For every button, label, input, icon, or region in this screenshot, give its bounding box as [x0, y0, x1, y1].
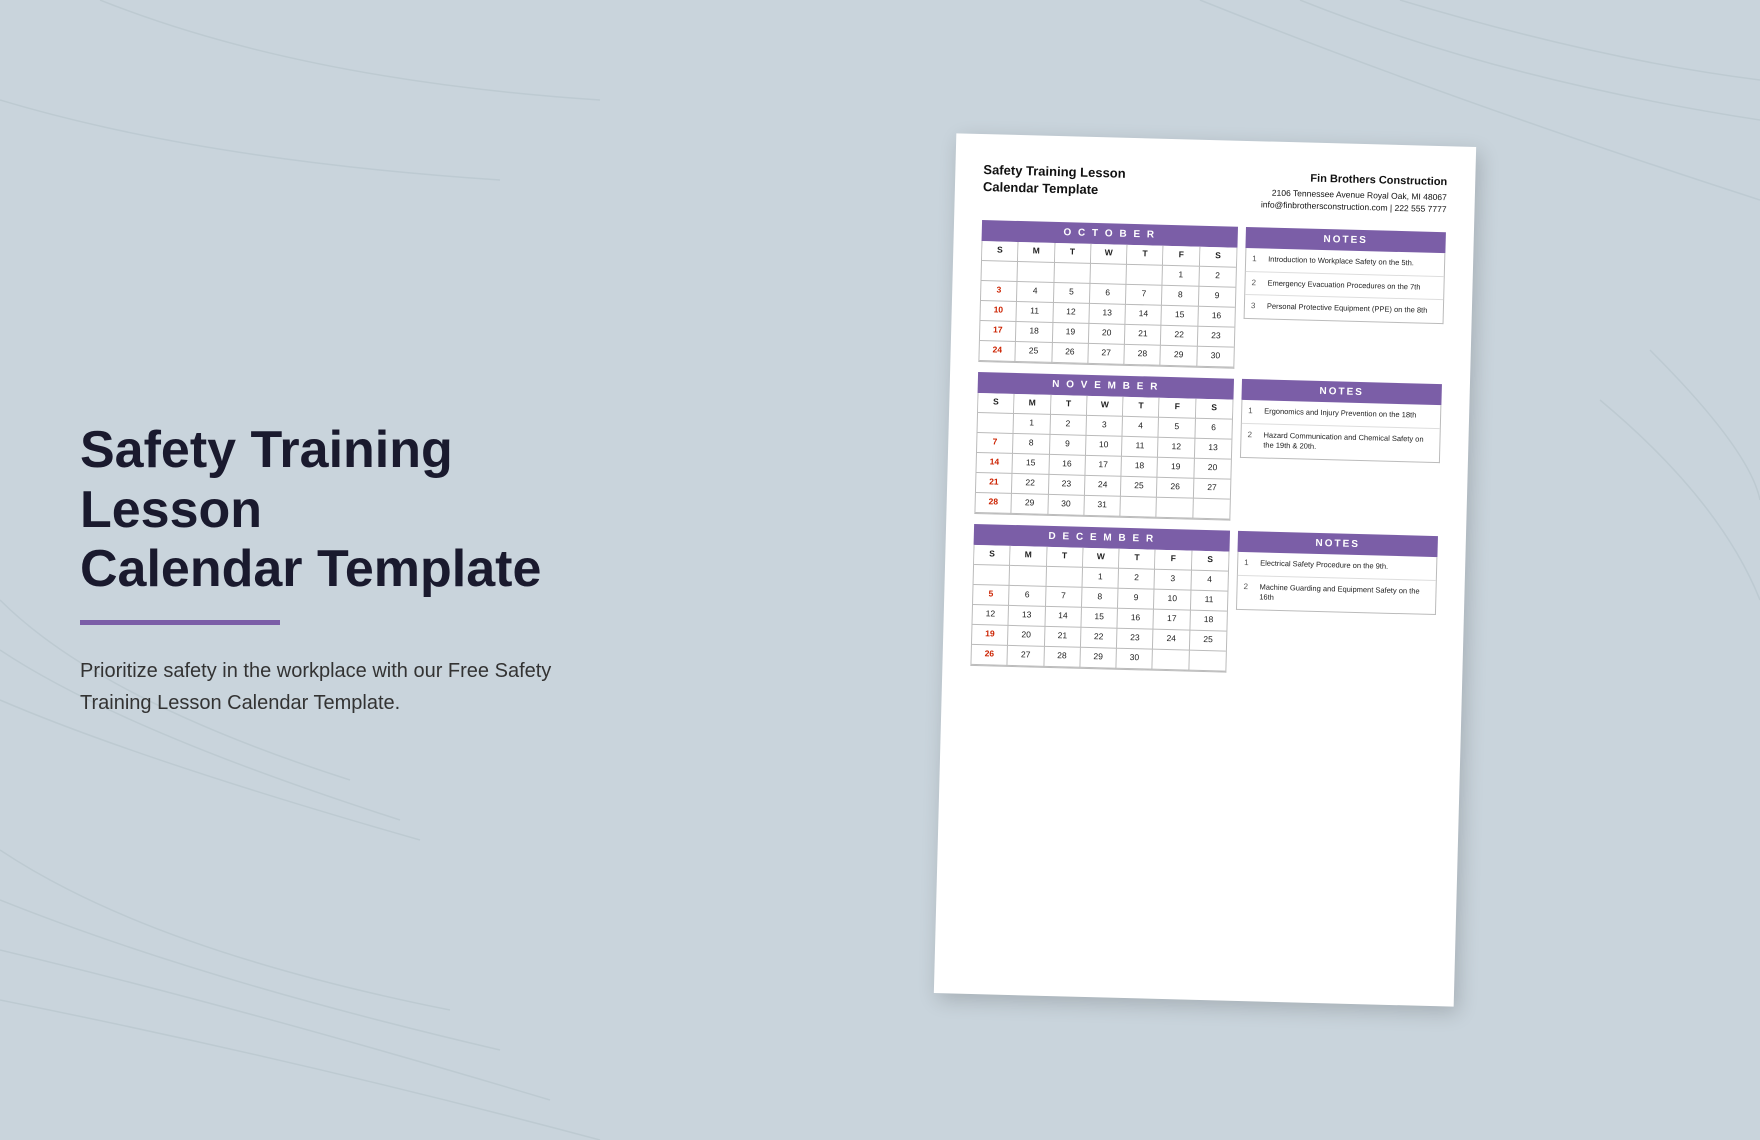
oct-d30: 26 [1052, 343, 1089, 364]
col-t1: T [1055, 243, 1092, 264]
october-grid: S M T W T F S 1 2 3 4 [978, 241, 1237, 369]
oct-d24: 20 [1089, 324, 1126, 345]
accent-bar [80, 620, 280, 625]
nov-note-2: 2 Hazard Communication and Chemical Safe… [1241, 423, 1440, 461]
oct-d31: 27 [1088, 344, 1125, 365]
page-description: Prioritize safety in the workplace with … [80, 655, 560, 719]
oct-d6: 2 [1199, 267, 1236, 288]
oct-d26: 22 [1161, 326, 1198, 347]
col-s: S [982, 241, 1019, 262]
oct-d25: 21 [1125, 325, 1162, 346]
oct-d13: 9 [1199, 287, 1236, 308]
notes-november: NOTES 1 Ergonomics and Injury Prevention… [1238, 379, 1442, 526]
dec-notes-body: 1 Electrical Safety Procedure on the 9th… [1236, 552, 1437, 615]
oct-d1 [1018, 262, 1055, 283]
oct-d19: 15 [1162, 306, 1199, 327]
oct-d28: 24 [979, 341, 1016, 362]
december-grid: S M T W T F S 1 2 3 4 5 6 [970, 545, 1229, 673]
document: Safety Training LessonCalendar Template … [934, 133, 1476, 1006]
col-s2: S [1200, 247, 1237, 268]
notes-december: NOTES 1 Electrical Safety Procedure on t… [1234, 531, 1438, 678]
oct-d2 [1054, 263, 1091, 284]
oct-d17: 13 [1089, 304, 1126, 325]
oct-d34: 30 [1197, 347, 1234, 368]
col-t2: T [1127, 245, 1164, 266]
nov-notes-body: 1 Ergonomics and Injury Prevention on th… [1240, 400, 1441, 463]
oct-d10: 6 [1090, 284, 1127, 305]
notes-october: NOTES 1 Introduction to Workplace Safety… [1242, 227, 1446, 374]
doc-header: Safety Training LessonCalendar Template … [983, 162, 1448, 216]
col-m: M [1018, 242, 1055, 263]
november-grid: S M T W T F S 1 2 3 4 5 6 7 [974, 393, 1233, 521]
oct-d8: 4 [1017, 282, 1054, 303]
oct-d23: 19 [1052, 323, 1089, 344]
dec-note-2: 2 Machine Guarding and Equipment Safety … [1237, 575, 1436, 613]
oct-d33: 29 [1161, 346, 1198, 367]
right-panel: Safety Training LessonCalendar Template … [650, 140, 1760, 1000]
oct-d20: 16 [1198, 307, 1235, 328]
oct-d29: 25 [1016, 342, 1053, 363]
month-row-december: D E C E M B E R S M T W T F S 1 2 3 4 [970, 524, 1438, 678]
oct-d11: 7 [1126, 285, 1163, 306]
oct-d3 [1090, 264, 1127, 285]
oct-d15: 11 [1017, 302, 1054, 323]
oct-d18: 14 [1126, 305, 1163, 326]
company-info: Fin Brothers Construction 2106 Tennessee… [1261, 169, 1448, 216]
oct-d12: 8 [1162, 286, 1199, 307]
oct-notes-body: 1 Introduction to Workplace Safety on th… [1244, 248, 1446, 324]
page-title: Safety Training Lesson Calendar Template [80, 421, 570, 600]
calendar-december: D E C E M B E R S M T W T F S 1 2 3 4 [970, 524, 1230, 673]
oct-d5: 1 [1163, 266, 1200, 287]
oct-d32: 28 [1124, 345, 1161, 366]
oct-d27: 23 [1198, 327, 1235, 348]
oct-d7: 3 [981, 281, 1018, 302]
month-row-november: N O V E M B E R S M T W T F S 1 2 3 4 5 [974, 372, 1442, 526]
oct-d0 [981, 261, 1018, 282]
oct-d21: 17 [980, 321, 1017, 342]
calendar-october: O C T O B E R S M T W T F S 1 2 [978, 220, 1238, 369]
oct-d9: 5 [1054, 283, 1091, 304]
oct-d16: 12 [1053, 303, 1090, 324]
calendar-november: N O V E M B E R S M T W T F S 1 2 3 4 5 [974, 372, 1234, 521]
oct-d14: 10 [980, 301, 1017, 322]
col-f: F [1163, 246, 1200, 267]
col-w: W [1091, 244, 1128, 265]
month-row-october: O C T O B E R S M T W T F S 1 2 [978, 220, 1446, 374]
doc-title: Safety Training LessonCalendar Template [983, 162, 1126, 199]
left-panel: Safety Training Lesson Calendar Template… [0, 361, 650, 779]
oct-d4 [1127, 265, 1164, 286]
oct-d22: 18 [1016, 322, 1053, 343]
oct-note-3: 3 Personal Protective Equipment (PPE) on… [1245, 295, 1444, 323]
